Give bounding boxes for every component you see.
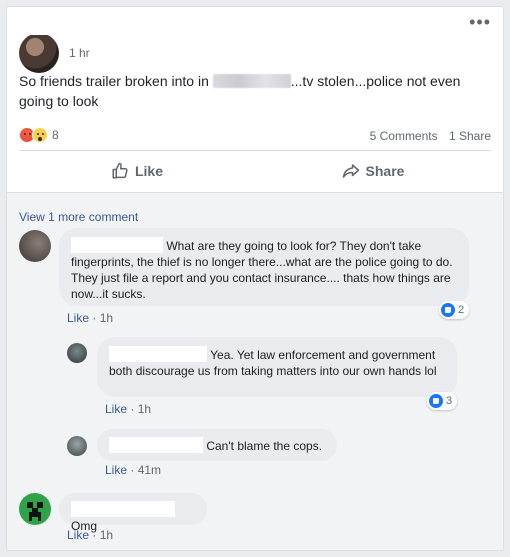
redacted-commenter-name <box>71 501 175 517</box>
comments-count-link[interactable]: 5 Comments <box>370 129 438 143</box>
thumbs-up-icon <box>112 162 128 179</box>
like-count-number: 2 <box>458 304 465 316</box>
reply-avatar[interactable] <box>67 343 87 363</box>
post-card: ••• 1 hr So friends trailer broken into … <box>6 6 504 551</box>
reply-meta: Like · 1h <box>105 402 152 416</box>
like-badge-icon <box>441 303 455 317</box>
redaction-mask <box>13 13 83 35</box>
share-arrow-icon <box>342 164 359 178</box>
engagement-counts: 5 Comments 1 Share <box>370 129 491 143</box>
reply-like-link[interactable]: Like <box>105 402 127 416</box>
post-timestamp[interactable]: 1 hr <box>69 46 90 60</box>
view-more-comments-link[interactable]: View 1 more comment <box>19 210 138 224</box>
comment-bubble: What are they going to look for? They do… <box>59 228 469 306</box>
commenter-avatar[interactable] <box>19 230 51 262</box>
redacted-commenter-name <box>109 437 203 453</box>
wow-reaction-icon <box>32 127 48 143</box>
like-badge-icon <box>429 394 443 408</box>
reply-time[interactable]: 41m <box>138 463 161 477</box>
redacted-location <box>212 74 291 88</box>
reply-bubble: Yea. Yet law enforcement and government … <box>97 337 457 397</box>
like-button[interactable]: Like <box>19 151 255 191</box>
comment-like-count[interactable]: 2 <box>439 301 470 319</box>
author-avatar[interactable] <box>19 33 59 73</box>
redacted-commenter-name <box>71 237 163 253</box>
comment-meta: Like · 1h <box>67 528 114 542</box>
like-label: Like <box>134 163 163 179</box>
like-count-number: 3 <box>446 395 453 407</box>
creeper-avatar-icon[interactable] <box>19 493 51 525</box>
reaction-count: 8 <box>52 128 59 142</box>
comment-time[interactable]: 1h <box>100 311 113 325</box>
comment-bubble: Omg <box>59 493 207 533</box>
reply-time[interactable]: 1h <box>138 402 151 416</box>
post-actions: Like Share <box>19 151 491 191</box>
reply-bubble: Can't blame the cops. <box>97 429 337 461</box>
comment-like-link[interactable]: Like <box>67 311 89 325</box>
comment-like-link[interactable]: Like <box>67 528 89 542</box>
comment-meta: Like · 1h <box>67 311 114 325</box>
reply-meta: Like · 41m <box>105 463 162 477</box>
reply-avatar[interactable] <box>67 436 87 456</box>
reactions-summary[interactable]: 8 <box>19 127 59 143</box>
post-text: So friends trailer broken into in ...tv … <box>19 71 489 111</box>
more-options-icon[interactable]: ••• <box>469 13 491 31</box>
comments-section: View 1 more comment What are they going … <box>7 192 503 550</box>
reply-text: Can't blame the cops. <box>206 439 323 453</box>
redacted-commenter-name <box>109 346 207 362</box>
reply-like-link[interactable]: Like <box>105 463 127 477</box>
comment-time[interactable]: 1h <box>100 528 113 542</box>
share-label: Share <box>365 163 405 179</box>
share-button[interactable]: Share <box>255 151 491 191</box>
post-text-start: So friends trailer broken into in <box>19 73 213 89</box>
reply-like-count[interactable]: 3 <box>427 392 458 410</box>
shares-count-link[interactable]: 1 Share <box>449 129 491 143</box>
